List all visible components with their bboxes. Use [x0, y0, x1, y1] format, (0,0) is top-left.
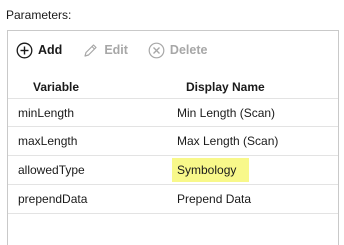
cell-display-name: Prepend Data	[177, 192, 252, 206]
column-header-variable[interactable]: Variable	[8, 80, 172, 94]
table-header: Variable Display Name	[8, 76, 338, 98]
delete-button[interactable]: Delete	[148, 38, 208, 62]
plus-circle-icon	[16, 42, 33, 59]
table-row[interactable]: allowedType Symbology	[8, 156, 338, 185]
table-row[interactable]: maxLength Max Length (Scan)	[8, 127, 338, 156]
edit-button[interactable]: Edit	[82, 38, 128, 62]
cell-variable: maxLength	[18, 134, 78, 148]
table-row[interactable]: minLength Min Length (Scan)	[8, 98, 338, 127]
x-circle-icon	[148, 42, 165, 59]
pencil-icon	[82, 42, 99, 59]
cell-display-name: Max Length (Scan)	[177, 134, 279, 148]
cell-display-name: Symbology	[172, 158, 250, 182]
delete-button-label: Delete	[169, 43, 208, 57]
highlighted-display-name: Symbology	[172, 158, 250, 182]
table-body: minLength Min Length (Scan) maxLength Ma…	[8, 98, 338, 214]
cell-variable: minLength	[18, 105, 75, 120]
add-button[interactable]: Add	[16, 38, 62, 62]
cell-variable: allowedType	[18, 163, 85, 177]
cell-variable: prependData	[18, 192, 88, 206]
add-button-label: Add	[38, 43, 63, 57]
cell-display-name: Min Length (Scan)	[177, 105, 276, 120]
parameters-toolbar: Add Edit Delete	[16, 38, 227, 62]
column-header-display-name[interactable]: Display Name	[172, 80, 265, 94]
parameters-label: Parameters:	[6, 8, 72, 22]
table-row[interactable]: prependData Prepend Data	[8, 185, 338, 214]
edit-button-label: Edit	[104, 43, 128, 57]
parameters-table: Variable Display Name minLength Min Leng…	[8, 76, 338, 214]
